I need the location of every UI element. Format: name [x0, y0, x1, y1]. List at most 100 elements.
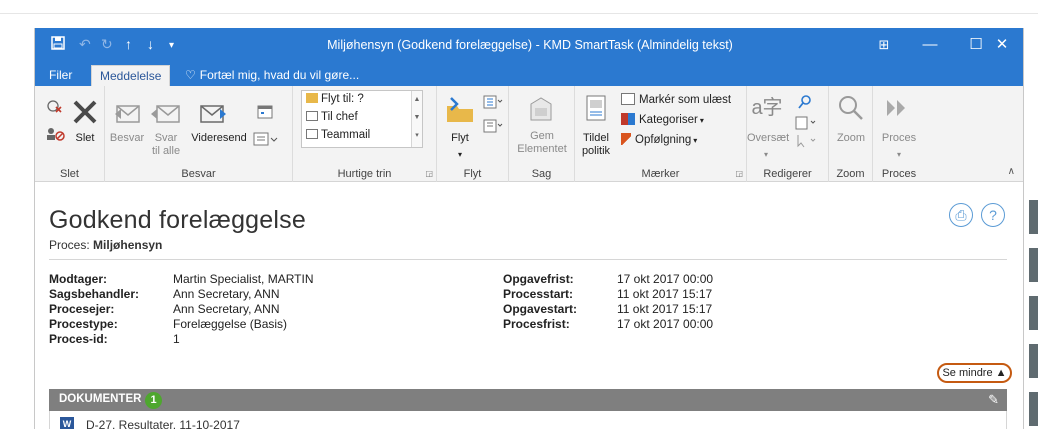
field-label-sagsbehandler: Sagsbehandler: [49, 287, 140, 301]
proces-button[interactable]: Proces [877, 132, 921, 145]
group-besvar: Besvar Svar til alle Videresend Besvar [105, 86, 293, 182]
tell-me-box[interactable]: ♡ Fortæl mig, hvad du vil gøre... [177, 65, 367, 86]
quick-step-manager[interactable]: Til chef [306, 111, 358, 123]
dialog-launcher-icon[interactable]: ◲ [735, 169, 743, 178]
followup-label: Opfølgning [635, 134, 692, 146]
related-icon[interactable] [795, 116, 819, 130]
dialog-launcher-icon[interactable]: ◲ [425, 169, 433, 178]
field-label-procestype: Procestype: [49, 317, 118, 331]
background-strip [1029, 296, 1038, 330]
reply-all-button[interactable]: Svar til alle [149, 132, 183, 158]
reply-all-line1: Svar [154, 132, 178, 144]
forward-icon[interactable] [199, 100, 227, 126]
field-value-opgavefrist: 17 okt 2017 00:00 [617, 272, 714, 286]
zoom-button[interactable]: Zoom [831, 132, 871, 145]
collapse-ribbon-icon[interactable]: ∧ [1008, 166, 1015, 177]
save-item-icon[interactable] [527, 94, 555, 124]
meeting-icon[interactable] [257, 104, 275, 120]
tab-message[interactable]: Meddelelse [91, 65, 171, 86]
categories-icon [621, 113, 635, 125]
background-strip [1029, 392, 1038, 426]
mail-arrow-icon [306, 111, 318, 121]
redo-icon[interactable]: ↻ [101, 36, 113, 52]
ignore-icon[interactable] [47, 98, 63, 114]
followup-button[interactable]: Opfølgning ▾ [621, 132, 697, 148]
forward-button[interactable]: Videresend [189, 132, 249, 145]
quick-steps-scroll[interactable]: ▲ ▼ ▾ [411, 91, 422, 147]
tell-me-text: Fortæl mig, hvad du vil gøre... [199, 68, 360, 82]
ribbon-tabs: Filer Meddelelse ♡ Fortæl mig, hvad du vi… [35, 62, 1023, 86]
process-line: Proces: Miljøhensyn [49, 238, 162, 252]
message-window: ↶ ↻ ↑ ↓ ▾ Miljøhensyn (Godkend forelægge… [34, 28, 1024, 429]
rules-icon[interactable] [483, 94, 503, 110]
translate-button[interactable]: Oversæt [747, 132, 789, 145]
team-mail-icon [306, 129, 318, 139]
categorize-button[interactable]: Kategoriser ▾ [621, 112, 704, 128]
process-icon[interactable] [885, 98, 913, 118]
header-divider [49, 259, 1007, 260]
more-respond-icon[interactable] [253, 132, 279, 148]
background-window-edge [1025, 200, 1038, 429]
group-label-slet: Slet [60, 168, 79, 180]
quick-step-move[interactable]: Flyt til: ? [306, 93, 364, 105]
move-dropdown-icon[interactable]: ▾ [455, 148, 465, 161]
reply-icon[interactable] [113, 100, 141, 126]
mark-unread-button[interactable]: Markér som ulæst [621, 92, 731, 108]
scroll-down-icon[interactable]: ▼ [412, 109, 422, 127]
see-less-button[interactable]: Se mindre ▲ [937, 363, 1012, 383]
move-folder-icon[interactable] [445, 96, 475, 124]
documents-label: DOKUMENTER [59, 393, 142, 405]
delete-icon[interactable] [71, 98, 99, 126]
reply-all-line2: til alle [151, 145, 181, 157]
group-label-hurtige-trin: Hurtige trin [337, 168, 392, 180]
tab-file[interactable]: Filer [41, 65, 80, 86]
close-button[interactable]: ✕ [979, 28, 1023, 62]
arrow-down-icon[interactable]: ↓ [147, 36, 154, 52]
field-label-opgavefrist: Opgavefrist: [503, 272, 574, 286]
delete-button[interactable]: Slet [71, 132, 99, 145]
pdf-icon[interactable]: ⎙ [949, 203, 973, 227]
reply-button[interactable]: Besvar [107, 132, 147, 145]
group-label-flyt: Flyt [463, 168, 482, 180]
translate-icon[interactable]: a字 [751, 96, 783, 120]
reply-all-icon[interactable] [151, 100, 181, 126]
field-value-processtart: 11 okt 2017 15:17 [617, 287, 713, 301]
assign-policy-button[interactable]: Tildel politik [577, 132, 615, 158]
quick-step-team[interactable]: Teammail [306, 129, 370, 141]
customize-qat-icon[interactable]: ▾ [169, 38, 174, 54]
edit-pencil-icon[interactable]: ✎ [988, 392, 999, 408]
arrow-up-icon[interactable]: ↑ [125, 36, 132, 52]
zoom-icon[interactable] [837, 94, 865, 122]
group-flyt: Flyt ▾ Flyt [437, 86, 509, 182]
ribbon: Slet Slet Besvar Svar til alle Videresen… [35, 86, 1023, 182]
group-sag: Gem Elementet Sag [509, 86, 575, 182]
undo-icon[interactable]: ↶ [79, 36, 91, 52]
save-icon[interactable] [51, 36, 65, 53]
save-item-button[interactable]: Gem Elementet [511, 130, 573, 156]
scroll-up-icon[interactable]: ▲ [412, 91, 422, 109]
group-maerker: Tildel politik Markér som ulæst Kategori… [575, 86, 747, 182]
group-hurtige-trin: Flyt til: ? Til chef Teammail ▲ ▼ ▾ Hurtig… [293, 86, 437, 182]
field-label-procesejer: Procesejer: [49, 302, 115, 316]
quick-step-move-label: Flyt til: ? [321, 93, 364, 105]
folder-icon [306, 93, 318, 103]
group-label-maerker: Mærker [641, 168, 680, 180]
lightbulb-icon: ♡ [185, 68, 196, 82]
move-button[interactable]: Flyt [443, 132, 477, 145]
ribbon-display-options-icon[interactable]: ⊞ [861, 28, 907, 62]
policy-icon[interactable] [585, 94, 607, 122]
proces-dropdown-icon[interactable]: ▾ [894, 148, 904, 161]
minimize-button[interactable]: — [907, 28, 953, 62]
find-icon[interactable] [797, 94, 813, 110]
document-row[interactable]: W D-27, Resultater, 11-10-2017 [49, 411, 1007, 429]
categorize-dropdown-icon: ▾ [699, 116, 704, 125]
expand-icon[interactable]: ▾ [412, 127, 422, 145]
select-icon[interactable] [795, 134, 819, 148]
translate-dropdown-icon[interactable]: ▾ [761, 148, 771, 161]
group-label-sag: Sag [531, 168, 552, 180]
documents-header[interactable]: DOKUMENTER 1 ✎ [49, 389, 1007, 411]
cleanup-icon[interactable] [45, 126, 67, 142]
onenote-icon[interactable] [483, 118, 503, 134]
help-icon[interactable]: ? [981, 203, 1005, 227]
document-name[interactable]: D-27, Resultater, 11-10-2017 [86, 418, 240, 429]
